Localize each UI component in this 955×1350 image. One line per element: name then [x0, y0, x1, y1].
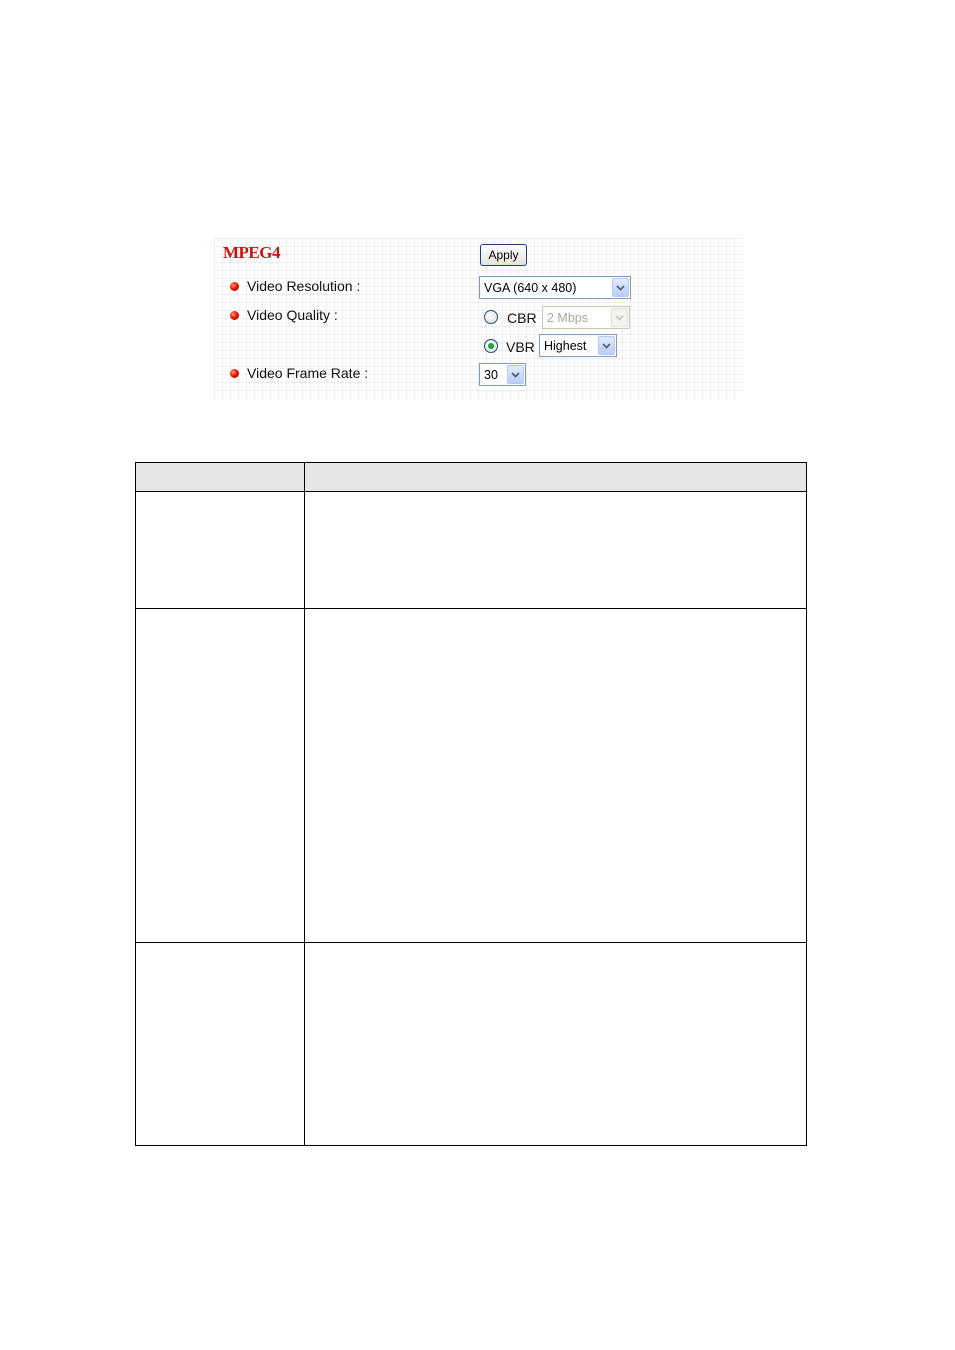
video-frame-rate-row: Video Frame Rate : [230, 365, 368, 381]
table-cell [135, 491, 305, 609]
chevron-down-icon[interactable] [598, 336, 615, 355]
cbr-radio[interactable] [484, 310, 498, 324]
table-header-row [135, 462, 807, 492]
video-frame-rate-value: 30 [484, 367, 498, 382]
chevron-down-icon [611, 308, 628, 327]
video-resolution-select[interactable]: VGA (640 x 480) [479, 276, 631, 299]
vbr-quality-value: Highest [544, 338, 587, 353]
table-row [135, 491, 807, 609]
chevron-down-icon[interactable] [507, 365, 524, 384]
table-cell [135, 942, 305, 1146]
bullet-icon [230, 310, 239, 320]
table-row [135, 942, 807, 1146]
video-frame-rate-label: Video Frame Rate : [247, 365, 369, 381]
vbr-label: VBR [506, 339, 535, 355]
cbr-bitrate-value: 2 Mbps [547, 310, 588, 325]
vbr-quality-select[interactable]: Highest [539, 334, 617, 357]
table-cell [135, 608, 305, 943]
table-header-cell [304, 462, 807, 492]
cbr-label: CBR [507, 310, 537, 326]
table-row [135, 608, 807, 943]
mpeg4-settings-panel: MPEG4 Apply Video Resolution : VGA (640 … [214, 238, 742, 398]
video-frame-rate-select[interactable]: 30 [479, 363, 526, 386]
video-resolution-row: Video Resolution : [230, 278, 360, 294]
chevron-down-icon[interactable] [612, 278, 629, 297]
cbr-bitrate-select: 2 Mbps [542, 306, 630, 329]
video-quality-label: Video Quality : [247, 307, 338, 323]
vbr-radio[interactable] [484, 339, 498, 353]
video-resolution-value: VGA (640 x 480) [484, 280, 577, 295]
apply-button[interactable]: Apply [480, 244, 527, 266]
table-cell [304, 491, 807, 609]
bullet-icon [230, 281, 239, 291]
panel-title: MPEG4 [223, 243, 281, 262]
table-cell [304, 942, 807, 1146]
video-resolution-label: Video Resolution : [247, 278, 361, 294]
video-quality-row: Video Quality : [230, 307, 338, 323]
table-cell [304, 608, 807, 943]
bullet-icon [230, 368, 239, 378]
table-header-cell [135, 462, 305, 492]
description-table [135, 462, 807, 1146]
